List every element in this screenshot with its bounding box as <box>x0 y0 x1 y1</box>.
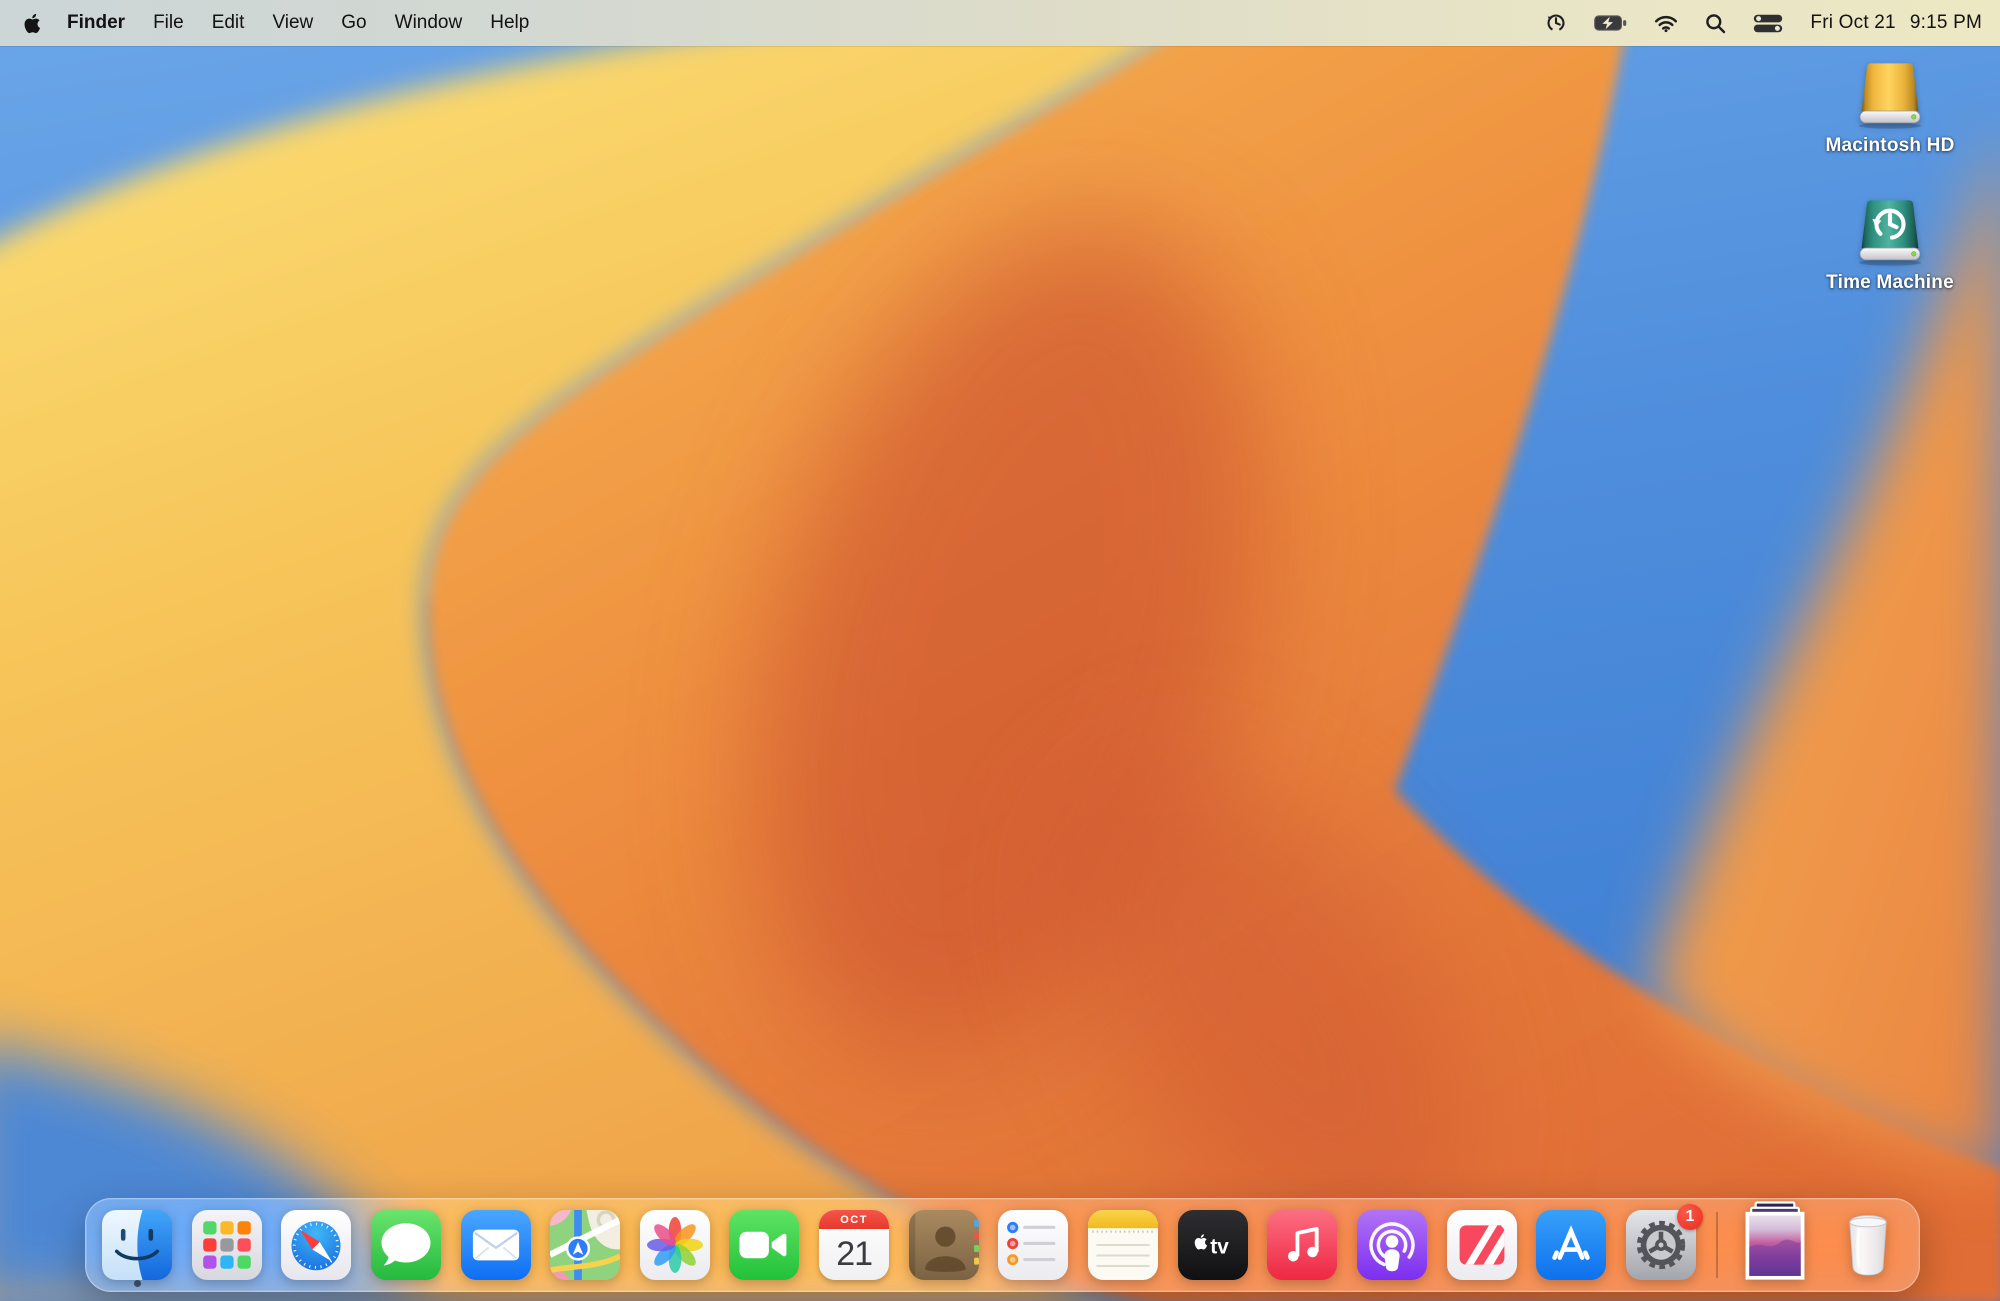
dock-photos[interactable] <box>640 1210 710 1280</box>
menu-item-edit[interactable]: Edit <box>198 0 259 46</box>
menu-bar-left: Finder File Edit View Go Window Help <box>18 0 543 46</box>
dock-safari[interactable] <box>281 1210 351 1280</box>
spotlight-search-icon[interactable] <box>1705 13 1726 34</box>
dock-stack[interactable] <box>1737 1201 1813 1283</box>
dock: OCT 21 <box>85 1198 1920 1292</box>
menu-item-help[interactable]: Help <box>476 0 543 46</box>
dock-messages[interactable] <box>371 1210 441 1280</box>
dock-mail[interactable] <box>461 1210 531 1280</box>
dock-separator <box>1716 1212 1718 1278</box>
app-store-icon <box>1536 1210 1606 1280</box>
finder-icon <box>102 1210 172 1280</box>
ventura-wallpaper <box>0 0 2000 1301</box>
menu-bar-status-area: Fri Oct 21 9:15 PM <box>1545 12 1982 34</box>
tv-logo-text: tv <box>1210 1235 1229 1258</box>
menu-bar: Finder File Edit View Go Window Help <box>0 0 2000 46</box>
menu-bar-date: Fri Oct 21 <box>1810 12 1895 34</box>
facetime-icon <box>729 1210 799 1280</box>
image-stack-icon <box>1737 1201 1813 1283</box>
desktop-icon-time-machine[interactable]: Time Machine <box>1802 197 1978 294</box>
apple-menu[interactable] <box>18 0 53 46</box>
menu-bar-time: 9:15 PM <box>1910 12 1982 34</box>
external-drive-gold-icon <box>1849 60 1931 130</box>
desktop-icon-label: Macintosh HD <box>1825 135 1954 157</box>
dock-music[interactable] <box>1267 1210 1337 1280</box>
safari-icon <box>281 1210 351 1280</box>
dock-tv[interactable]: tv <box>1178 1210 1248 1280</box>
trash-icon <box>1833 1210 1903 1280</box>
dock-facetime[interactable] <box>729 1210 799 1280</box>
dock-reminders[interactable] <box>998 1210 1068 1280</box>
desktop-icon-label: Time Machine <box>1826 272 1954 294</box>
dock-contacts[interactable] <box>909 1210 979 1280</box>
time-machine-drive-icon <box>1849 197 1931 267</box>
desktop-icon-area: Macintosh HD Time Machine <box>1802 60 1978 294</box>
desktop-icon-macintosh-hd[interactable]: Macintosh HD <box>1802 60 1978 157</box>
menu-item-go[interactable]: Go <box>327 0 380 46</box>
messages-icon <box>371 1210 441 1280</box>
dock-calendar[interactable]: OCT 21 <box>819 1210 889 1280</box>
calendar-icon: OCT 21 <box>819 1210 889 1280</box>
dock-launchpad[interactable] <box>192 1210 262 1280</box>
notes-icon <box>1088 1210 1158 1280</box>
maps-icon <box>550 1210 620 1280</box>
dock-system-settings[interactable]: 1 <box>1626 1210 1696 1280</box>
menu-bar-clock[interactable]: Fri Oct 21 9:15 PM <box>1810 12 1982 34</box>
dock-notes[interactable] <box>1088 1210 1158 1280</box>
dock-app-store[interactable] <box>1536 1210 1606 1280</box>
music-icon <box>1267 1210 1337 1280</box>
settings-notification-badge: 1 <box>1677 1204 1703 1230</box>
calendar-day: 21 <box>819 1229 889 1280</box>
control-center-icon[interactable] <box>1753 14 1783 33</box>
macos-desktop: { "menu_bar": { "apple_icon": "apple-log… <box>0 0 2000 1301</box>
apple-logo-icon <box>22 12 41 35</box>
menu-item-window[interactable]: Window <box>381 0 477 46</box>
menu-item-view[interactable]: View <box>258 0 327 46</box>
podcasts-icon <box>1357 1210 1427 1280</box>
battery-charging-icon[interactable] <box>1594 15 1627 31</box>
dock-maps[interactable] <box>550 1210 620 1280</box>
reminders-icon <box>998 1210 1068 1280</box>
wifi-icon[interactable] <box>1654 14 1678 33</box>
contacts-icon <box>909 1210 979 1280</box>
dock-trash[interactable] <box>1833 1210 1903 1280</box>
launchpad-icon <box>192 1210 262 1280</box>
apple-tv-icon: tv <box>1178 1210 1248 1280</box>
mail-icon <box>461 1210 531 1280</box>
finder-running-indicator <box>134 1280 141 1287</box>
photos-icon <box>640 1210 710 1280</box>
dock-podcasts[interactable] <box>1357 1210 1427 1280</box>
dock-finder[interactable] <box>102 1210 172 1280</box>
time-machine-menu-icon[interactable] <box>1545 12 1567 34</box>
menu-item-file[interactable]: File <box>139 0 198 46</box>
calendar-month: OCT <box>819 1210 889 1229</box>
menu-item-finder[interactable]: Finder <box>53 0 139 46</box>
dock-news[interactable] <box>1447 1210 1517 1280</box>
news-icon <box>1447 1210 1517 1280</box>
